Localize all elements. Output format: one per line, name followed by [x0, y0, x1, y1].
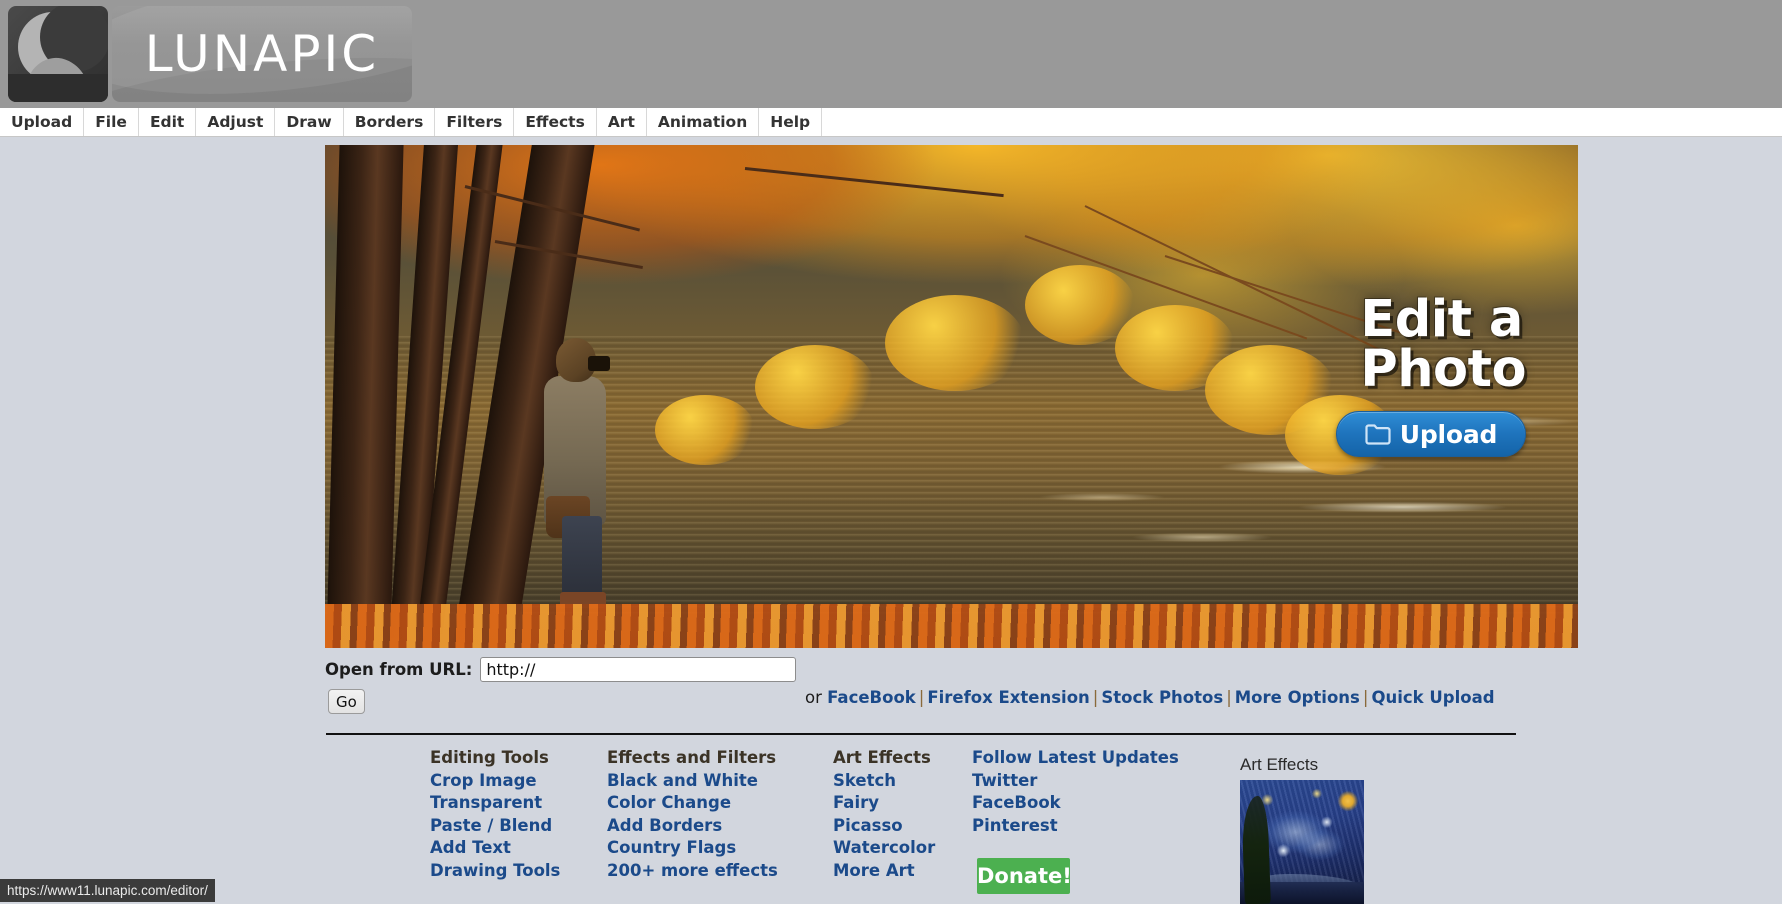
footer-link-add-borders[interactable]: Add Borders [607, 815, 778, 838]
footer-link-drawing-tools[interactable]: Drawing Tools [430, 860, 560, 883]
footer-column-art-effects: Art Effects Sketch Fairy Picasso Watercolor M… [833, 747, 935, 883]
go-button[interactable]: Go [328, 689, 365, 714]
footer-heading-effects-and-filters: Effects and Filters [607, 748, 777, 767]
hero-title: Edit a Photo [1360, 290, 1526, 399]
alt-source-link-quick-upload[interactable]: Quick Upload [1371, 688, 1494, 707]
menu-item-art[interactable]: Art [597, 108, 647, 136]
footer-link-color-change[interactable]: Color Change [607, 792, 778, 815]
footer-heading-art-effects: Art Effects [833, 748, 931, 767]
menu-item-adjust[interactable]: Adjust [196, 108, 276, 136]
tree-trunk [326, 145, 404, 648]
lunapic-logo[interactable]: LUNAPIC [8, 6, 412, 102]
menu-item-help[interactable]: Help [759, 108, 823, 136]
menu-item-effects[interactable]: Effects [514, 108, 597, 136]
link-separator: | [1226, 688, 1232, 707]
crescent-moon-icon [8, 6, 108, 102]
art-effects-preview: Art Effects [1240, 755, 1364, 904]
section-divider [326, 733, 1516, 735]
status-bar-url: https://www11.lunapic.com/editor/ [7, 883, 208, 898]
footer-link-more-art[interactable]: More Art [833, 860, 935, 883]
alt-source-link-stock-photos[interactable]: Stock Photos [1101, 688, 1223, 707]
fallen-leaves [325, 604, 1578, 648]
footer-heading-editing-tools: Editing Tools [430, 748, 549, 767]
footer-link-twitter[interactable]: Twitter [972, 770, 1179, 793]
menu-item-draw[interactable]: Draw [275, 108, 344, 136]
footer-link-pinterest[interactable]: Pinterest [972, 815, 1179, 838]
menu-item-edit[interactable]: Edit [139, 108, 197, 136]
link-separator: | [918, 688, 925, 707]
hero-upload-button[interactable]: Upload [1336, 411, 1526, 457]
photographer-figure [530, 320, 622, 620]
footer-link-sketch[interactable]: Sketch [833, 770, 935, 793]
open-from-url-label: Open from URL: [325, 660, 473, 679]
footer-heading-follow-latest-updates[interactable]: Follow Latest Updates [972, 747, 1179, 770]
footer-link-fairy[interactable]: Fairy [833, 792, 935, 815]
page-content: Edit a Photo Upload Open from URL: Go or… [0, 137, 1782, 902]
hero-banner[interactable]: Edit a Photo Upload [325, 145, 1578, 648]
donate-button[interactable]: Donate! [977, 858, 1072, 894]
footer-link-paste-blend[interactable]: Paste / Blend [430, 815, 560, 838]
footer-link-black-and-white[interactable]: Black and White [607, 770, 778, 793]
open-from-url-row: Open from URL: [325, 657, 797, 682]
starry-night-thumbnail[interactable] [1240, 780, 1364, 904]
footer-link-200-more-effects[interactable]: 200+ more effects [607, 860, 778, 883]
alt-source-link-facebook[interactable]: FaceBook [827, 688, 916, 707]
main-menu-bar: Upload File Edit Adjust Draw Borders Filters Ef… [0, 108, 1782, 137]
browser-status-bar: https://www11.lunapic.com/editor/ [0, 879, 215, 902]
alt-source-link-firefox-extension[interactable]: Firefox Extension [927, 688, 1089, 707]
footer-link-watercolor[interactable]: Watercolor [833, 837, 935, 860]
footer-column-follow-latest-updates: Follow Latest Updates Twitter FaceBook Pint… [972, 747, 1179, 837]
menu-item-file[interactable]: File [84, 108, 139, 136]
footer-link-picasso[interactable]: Picasso [833, 815, 935, 838]
footer-link-transparent[interactable]: Transparent [430, 792, 560, 815]
site-header: LUNAPIC [0, 0, 1782, 108]
leaf-cluster [655, 395, 755, 465]
menu-item-borders[interactable]: Borders [344, 108, 436, 136]
logo-wordmark: LUNAPIC [112, 6, 412, 102]
logo-wordmark-text: LUNAPIC [144, 25, 380, 83]
leaf-cluster [885, 295, 1025, 391]
footer-column-editing-tools: Editing Tools Crop Image Transparent Paste … [430, 747, 560, 883]
footer-link-crop-image[interactable]: Crop Image [430, 770, 560, 793]
url-input[interactable] [480, 657, 797, 682]
leaf-cluster [755, 345, 875, 429]
menu-item-animation[interactable]: Animation [647, 108, 760, 136]
link-separator: | [1362, 688, 1369, 707]
art-effects-preview-label: Art Effects [1240, 755, 1319, 774]
alternate-sources: or FaceBook | Firefox Extension | Stock Phot… [805, 688, 1495, 707]
menu-item-upload[interactable]: Upload [0, 108, 85, 136]
footer-link-add-text[interactable]: Add Text [430, 837, 560, 860]
alternate-sources-prefix: or [805, 688, 828, 707]
footer-link-country-flags[interactable]: Country Flags [607, 837, 778, 860]
footer-column-effects-and-filters: Effects and Filters Black and White Color … [607, 747, 778, 883]
menu-item-filters[interactable]: Filters [435, 108, 515, 136]
folder-icon [1365, 423, 1391, 445]
footer-link-facebook[interactable]: FaceBook [972, 792, 1179, 815]
alt-source-link-more-options[interactable]: More Options [1235, 688, 1360, 707]
link-separator: | [1092, 688, 1099, 707]
footer-links: Editing Tools Crop Image Transparent Paste … [0, 747, 1782, 902]
hero-upload-button-label: Upload [1399, 419, 1498, 449]
